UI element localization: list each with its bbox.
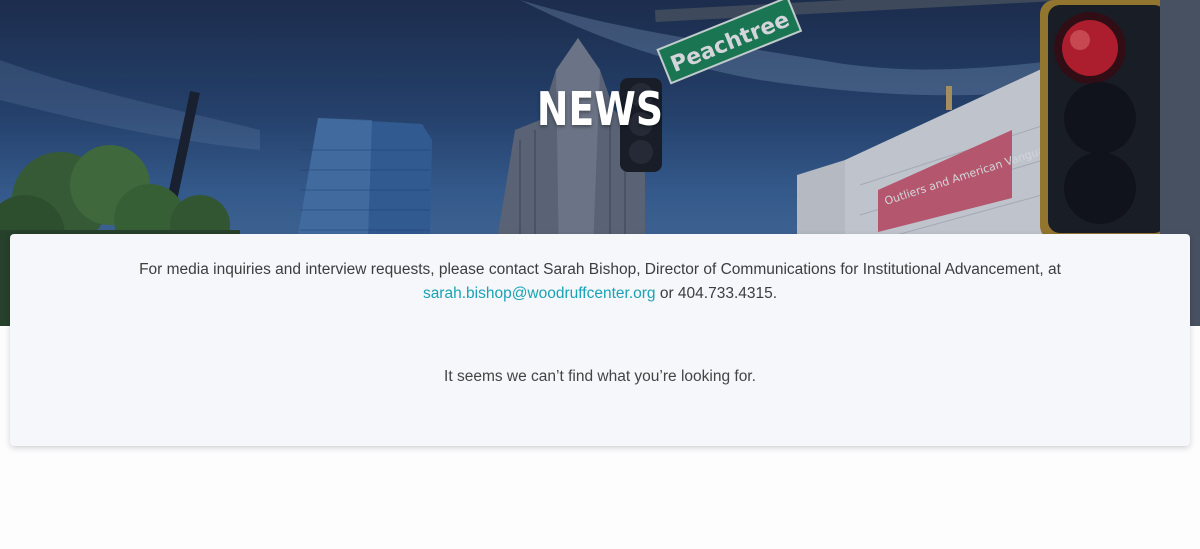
media-contact-text: For media inquiries and interview reques… [139, 261, 1061, 278]
content-card: For media inquiries and interview reques… [10, 234, 1190, 446]
contact-phone-text: or 404.733.4315. [659, 285, 778, 302]
media-contact-notice: For media inquiries and interview reques… [70, 258, 1130, 306]
empty-results-message: It seems we can’t find what you’re looki… [444, 368, 756, 385]
page-title: NEWS [536, 82, 664, 136]
contact-email-link[interactable]: sarah.bishop@woodruffcenter.org [423, 285, 656, 302]
